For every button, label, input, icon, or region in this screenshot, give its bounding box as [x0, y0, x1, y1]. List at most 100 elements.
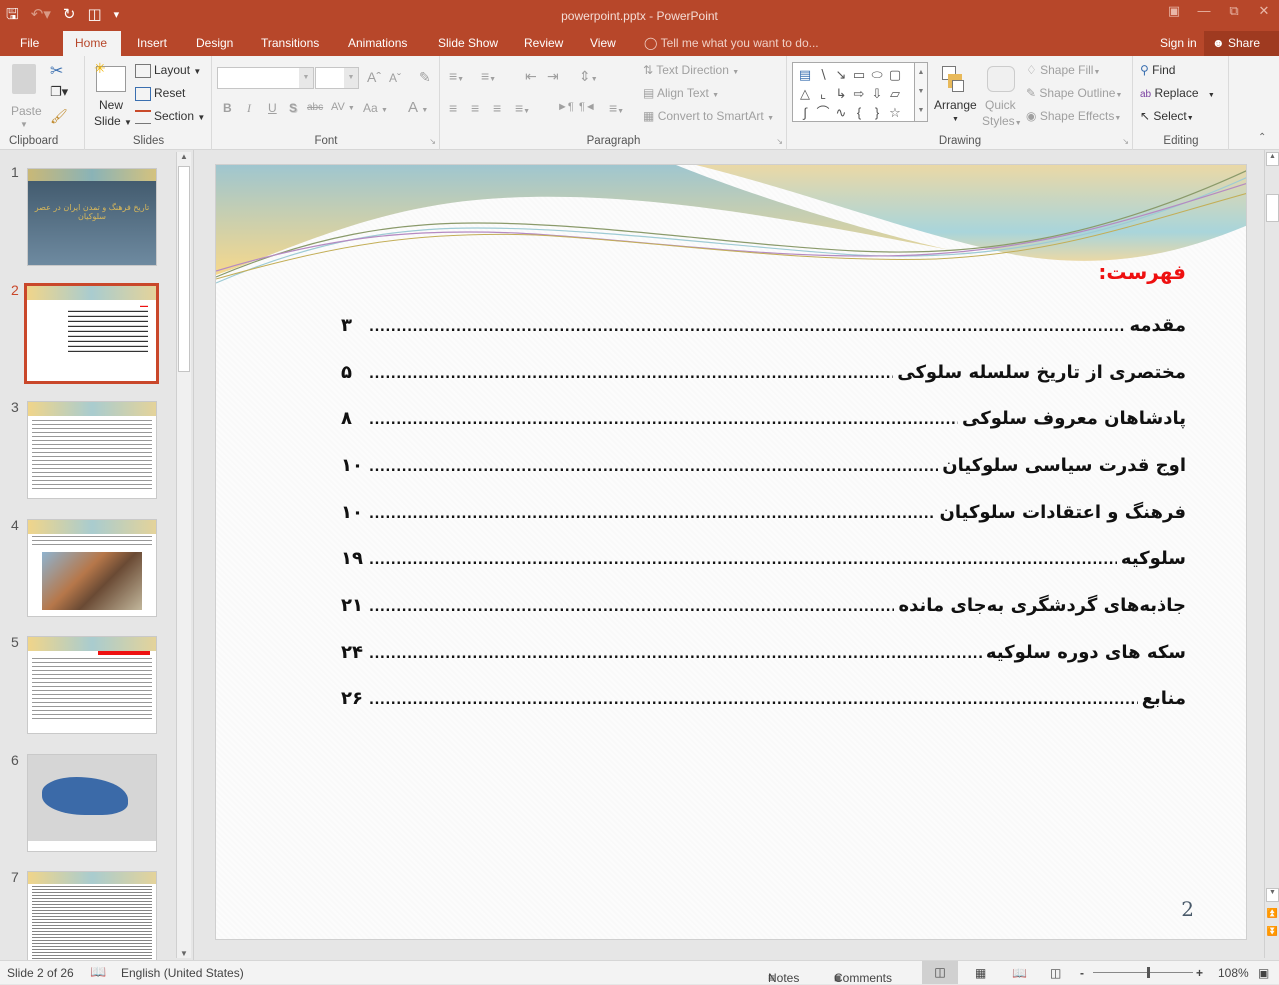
ribbon-display-options-icon[interactable]: ▣ [1159, 0, 1189, 24]
elbow-connector-shape-icon[interactable]: ⌞ [814, 84, 832, 103]
oval-shape-icon[interactable]: ⬭ [868, 65, 886, 84]
rectangle-shape-icon[interactable]: ▭ [850, 65, 868, 84]
normal-view-button[interactable]: ◫ [922, 961, 958, 984]
scroll-up-icon[interactable]: ▲ [1266, 152, 1279, 166]
left-brace-shape-icon[interactable]: { [850, 103, 868, 122]
language-indicator[interactable]: English (United States) [121, 966, 244, 980]
tab-review[interactable]: Review [514, 31, 573, 56]
columns-icon[interactable]: ≡▼ [609, 100, 624, 116]
numbering-icon[interactable]: ≡▼ [481, 68, 496, 84]
new-slide-button[interactable]: ✳ New Slide ▼ [92, 60, 132, 130]
convert-smartart-button[interactable]: ▦ Convert to SmartArt ▼ [643, 109, 774, 123]
character-spacing-button[interactable]: AV ▼ [331, 101, 355, 113]
line-shape-icon[interactable]: ∖ [814, 65, 832, 84]
freeform-shape-icon[interactable]: ∫ [796, 103, 814, 122]
bold-button[interactable]: B [223, 101, 232, 115]
zoom-out-button[interactable]: - [1080, 966, 1084, 980]
shadow-button[interactable]: S [289, 101, 297, 115]
tab-transitions[interactable]: Transitions [251, 31, 329, 56]
fit-to-window-icon[interactable]: ▣ [1258, 966, 1269, 980]
close-icon[interactable]: ✕ [1249, 0, 1279, 24]
right-brace-shape-icon[interactable]: } [868, 103, 886, 122]
arc-shape-icon[interactable]: ⌒ [814, 103, 832, 122]
tab-view[interactable]: View [580, 31, 626, 56]
collapse-ribbon-icon[interactable]: ⌃ [1258, 132, 1266, 143]
curve-shape-icon[interactable]: ∿ [832, 103, 850, 122]
shapes-gallery[interactable]: ▤ ∖ ↘ ▭ ⬭ ▢ △ ⌞ ↳ ⇨ ⇩ ▱ ∫ ⌒ ∿ { } ☆ [792, 62, 926, 122]
shape-fill-button[interactable]: ♢ Shape Fill▼ [1026, 63, 1100, 77]
underline-button[interactable]: U [268, 101, 277, 115]
slide-show-button[interactable]: ◫ [1050, 966, 1061, 980]
scroll-down-icon[interactable]: ▼ [177, 949, 191, 958]
change-case-button[interactable]: Aa ▼ [363, 101, 388, 115]
minimize-icon[interactable]: — [1189, 0, 1219, 24]
rtl-icon[interactable]: ¶◄ [579, 101, 596, 113]
zoom-slider-thumb[interactable] [1147, 967, 1150, 978]
decrease-indent-icon[interactable]: ⇤ [525, 68, 537, 85]
shape-outline-button[interactable]: ✎ Shape Outline▼ [1026, 86, 1122, 100]
layout-button[interactable]: Layout ▼ [135, 63, 201, 78]
pane-divider[interactable] [193, 150, 194, 960]
arrange-button[interactable]: Arrange ▼ [932, 62, 978, 132]
font-name-combo[interactable]: ▼ [217, 67, 314, 89]
section-button[interactable]: Section ▼ [135, 109, 205, 124]
tab-file[interactable]: File [10, 31, 49, 56]
textbox-shape-icon[interactable]: ▤ [796, 65, 814, 84]
zoom-slider[interactable] [1093, 967, 1193, 978]
scroll-down-icon[interactable]: ▼ [1266, 888, 1279, 902]
font-dialog-launcher-icon[interactable]: ↘ [429, 137, 436, 146]
zoom-in-button[interactable]: + [1196, 966, 1203, 980]
font-color-button[interactable]: A ▼ [408, 99, 428, 116]
font-size-combo[interactable]: ▼ [315, 67, 359, 89]
slide-scrollbar[interactable]: ▲ ▼ ⏫ ⏬ [1264, 150, 1279, 958]
shape-effects-button[interactable]: ◉ Shape Effects▼ [1026, 109, 1121, 123]
next-slide-icon[interactable]: ⏬ [1266, 926, 1279, 937]
replace-button[interactable]: ab Replace ▼ [1140, 86, 1215, 100]
line-spacing-icon[interactable]: ⇕▼ [579, 68, 598, 85]
paste-button[interactable]: Paste ▼ [8, 62, 42, 132]
reset-button[interactable]: Reset [135, 86, 185, 101]
reading-view-button[interactable]: 📖 [1012, 966, 1027, 980]
tab-home[interactable]: Home [63, 31, 121, 56]
justify-icon[interactable]: ≡▼ [515, 100, 530, 116]
elbow-arrow-shape-icon[interactable]: ↳ [832, 84, 850, 103]
decrease-font-icon[interactable]: Aˇ [389, 71, 401, 85]
tell-me-box[interactable]: ◯ Tell me what you want to do... [644, 31, 819, 56]
tab-slide-show[interactable]: Slide Show [428, 31, 508, 56]
spell-check-icon[interactable]: 📖 [90, 964, 106, 980]
snip-shape-icon[interactable]: ▱ [886, 84, 904, 103]
scroll-up-icon[interactable]: ▲ [177, 152, 191, 161]
restore-icon[interactable]: ⧉ [1219, 0, 1249, 24]
right-arrow-shape-icon[interactable]: ⇨ [850, 84, 868, 103]
thumbnail-scrollbar[interactable]: ▲ ▼ [176, 152, 191, 958]
down-arrow-shape-icon[interactable]: ⇩ [868, 84, 886, 103]
paragraph-dialog-launcher-icon[interactable]: ↘ [776, 137, 783, 146]
find-button[interactable]: ⚲ Find [1140, 63, 1175, 77]
slide-canvas[interactable]: فهرست: مقدمه............................… [215, 164, 1247, 940]
increase-font-icon[interactable]: Aˆ [367, 69, 381, 85]
clear-formatting-icon[interactable]: ✎ [419, 69, 431, 86]
align-text-button[interactable]: ▤ Align Text ▼ [643, 86, 719, 100]
sign-in-link[interactable]: Sign in [1160, 31, 1197, 56]
select-button[interactable]: ↖ Select▼ [1140, 109, 1194, 123]
cut-icon[interactable]: ✂ [50, 61, 63, 81]
align-right-icon[interactable]: ≡ [493, 100, 501, 116]
copy-icon[interactable]: ❐▾ [50, 84, 68, 100]
ltr-icon[interactable]: ►¶ [557, 101, 574, 113]
scrollbar-thumb[interactable] [1266, 194, 1279, 222]
format-painter-icon[interactable]: 🖌 [50, 108, 68, 125]
text-direction-button[interactable]: ⇅ Text Direction ▼ [643, 63, 739, 77]
align-left-icon[interactable]: ≡ [449, 100, 457, 116]
arrow-line-shape-icon[interactable]: ↘ [832, 65, 850, 84]
tab-animations[interactable]: Animations [338, 31, 417, 56]
share-button[interactable]: ☻ Share [1204, 31, 1279, 56]
zoom-level[interactable]: 108% [1218, 966, 1249, 980]
bullets-icon[interactable]: ≡▼ [449, 68, 464, 84]
drawing-dialog-launcher-icon[interactable]: ↘ [1122, 137, 1129, 146]
align-center-icon[interactable]: ≡ [471, 100, 479, 116]
slide-sorter-button[interactable]: ▦ [975, 966, 986, 980]
strikethrough-button[interactable]: abc [307, 102, 323, 113]
triangle-shape-icon[interactable]: △ [796, 84, 814, 103]
quick-styles-button[interactable]: Quick Styles▼ [982, 62, 1024, 132]
scrollbar-thumb[interactable] [178, 166, 190, 372]
